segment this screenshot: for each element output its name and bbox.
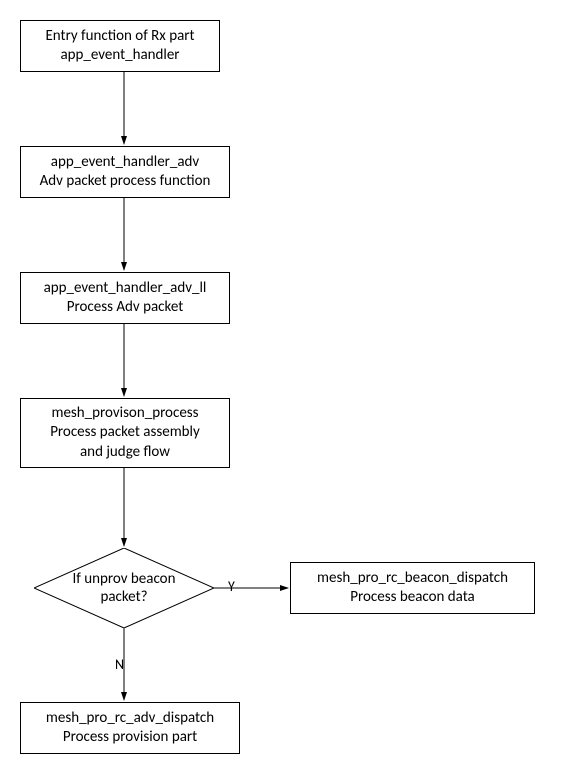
process-box-entry: Entry function of Rx part app_event_hand… [20, 20, 220, 72]
node-text: Process beacon data [350, 588, 474, 608]
node-text: Adv packet process function [40, 172, 211, 192]
edge-label-yes: Y [228, 578, 235, 595]
flow-connectors [0, 0, 566, 781]
node-text: Process provision part [63, 728, 197, 748]
decision-unprov-beacon: If unprov beacon packet? [34, 548, 214, 628]
process-box-provision: mesh_provison_process Process packet ass… [20, 398, 230, 468]
node-text: mesh_pro_rc_beacon_dispatch [317, 569, 508, 589]
process-box-adv-dispatch: mesh_pro_rc_adv_dispatch Process provisi… [20, 702, 240, 754]
node-text: packet? [100, 588, 147, 606]
node-text: app_event_handler [60, 46, 179, 66]
edge-label-no: N [115, 656, 124, 673]
process-box-adv-ll: app_event_handler_adv_ll Process Adv pac… [20, 272, 230, 324]
node-text: Process Adv packet [67, 298, 183, 318]
node-text: app_event_handler_adv_ll [44, 279, 207, 299]
process-box-adv: app_event_handler_adv Adv packet process… [20, 146, 230, 198]
node-text: Process packet assembly [50, 423, 200, 443]
node-text: app_event_handler_adv [51, 153, 199, 173]
node-text: Entry function of Rx part [45, 27, 194, 47]
node-text: and judge flow [80, 443, 170, 463]
process-box-beacon-dispatch: mesh_pro_rc_beacon_dispatch Process beac… [290, 562, 535, 614]
node-text: If unprov beacon [73, 570, 176, 588]
node-text: mesh_provison_process [51, 404, 198, 424]
node-text: mesh_pro_rc_adv_dispatch [46, 709, 214, 729]
